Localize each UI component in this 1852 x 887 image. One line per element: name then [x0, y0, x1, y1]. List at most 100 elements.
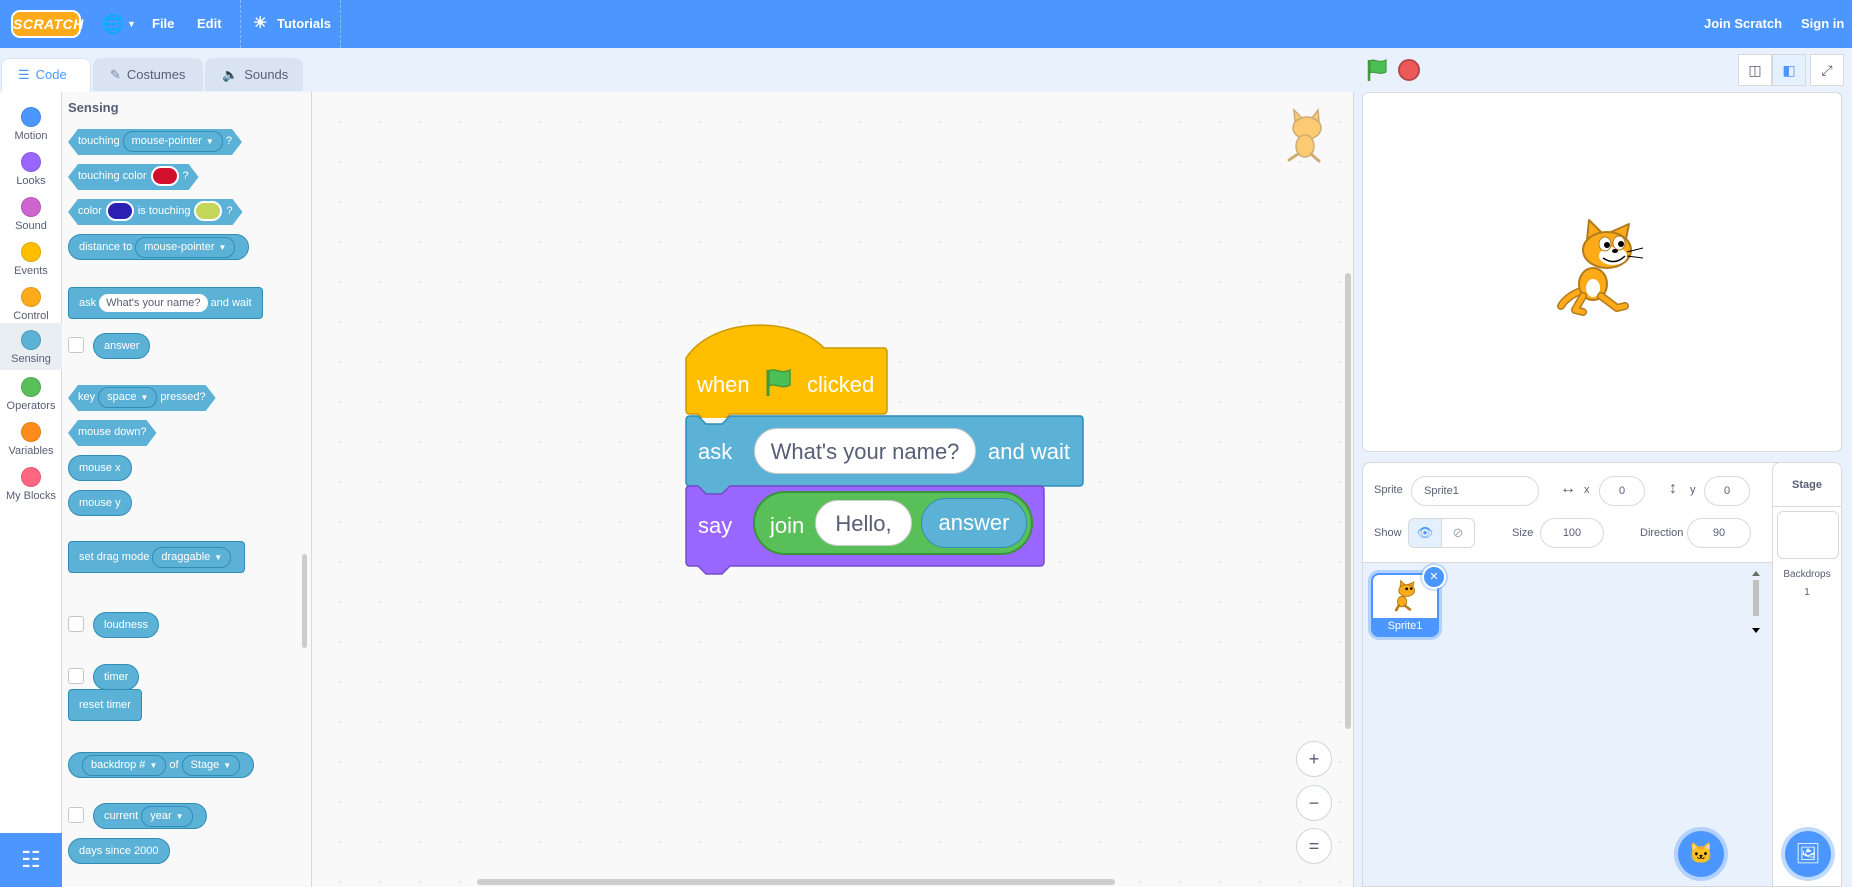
category-motion[interactable]: Motion	[0, 100, 62, 145]
caret-icon: ▼	[205, 137, 214, 146]
show-sprite-button[interactable]: 👁	[1408, 518, 1442, 548]
category-events[interactable]: Events	[0, 235, 62, 280]
block-text: mouse y	[79, 497, 121, 509]
block-timer[interactable]: timer	[93, 664, 140, 690]
loudness-checkbox[interactable]	[68, 616, 84, 632]
sign-in-link[interactable]: Sign in	[1801, 0, 1844, 48]
hide-sprite-button[interactable]: ⊘	[1441, 518, 1475, 548]
block-touching[interactable]: touching mouse-pointer ▼?	[68, 129, 242, 155]
backdrop-preview[interactable]	[1777, 511, 1839, 559]
tab-sounds[interactable]: 🔈 Sounds	[205, 58, 303, 91]
stop-button[interactable]	[1398, 59, 1420, 81]
answer-reporter-block[interactable]: answer	[921, 498, 1027, 548]
sprite-info-panel: Sprite Sprite1 ↔ x 0 ↕ y 0 Show 👁 ⊘ Size…	[1363, 463, 1797, 563]
object-dropdown[interactable]: Stage ▼	[181, 755, 241, 776]
block-current[interactable]: current year ▼	[93, 803, 207, 829]
category-label: Motion	[14, 130, 48, 142]
join-first-input[interactable]: Hello,	[815, 500, 912, 546]
block-set-drag-mode[interactable]: set drag mode draggable ▼	[68, 541, 246, 573]
size-input[interactable]: 100	[1540, 518, 1604, 548]
drag-mode-dropdown[interactable]: draggable ▼	[152, 547, 232, 568]
current-unit-dropdown[interactable]: year ▼	[141, 806, 193, 827]
stage-canvas[interactable]	[1362, 92, 1842, 452]
zoom-in-button[interactable]: +	[1296, 741, 1332, 777]
workspace-vertical-scrollbar[interactable]	[1345, 273, 1351, 729]
color-swatch[interactable]	[194, 201, 222, 221]
timer-checkbox[interactable]	[68, 668, 84, 684]
tab-code[interactable]: ☰ Code	[1, 58, 91, 92]
fullscreen-button[interactable]: ⤢	[1810, 54, 1844, 86]
tab-costumes[interactable]: ✎ Costumes	[93, 58, 203, 91]
block-mouse-x[interactable]: mouse x	[68, 455, 132, 481]
distance-target-dropdown[interactable]: mouse-pointer ▼	[135, 237, 236, 258]
caret-icon: ▼	[218, 243, 227, 252]
category-label: Looks	[16, 175, 46, 187]
category-operators[interactable]: Operators	[0, 370, 62, 415]
category-looks[interactable]: Looks	[0, 145, 62, 190]
key-dropdown[interactable]: space ▼	[98, 387, 157, 408]
tab-sounds-label: Sounds	[244, 67, 289, 82]
block-key-pressed[interactable]: key space ▼ pressed?	[68, 385, 216, 411]
category-sensing[interactable]: Sensing	[0, 323, 62, 370]
chevron-down-icon[interactable]: ▼	[127, 0, 136, 48]
sprite-name-input[interactable]: Sprite1	[1411, 476, 1539, 506]
block-color-touching[interactable]: color is touching?	[68, 199, 243, 225]
attribute-dropdown[interactable]: backdrop # ▼	[82, 755, 167, 776]
tutorials-menu[interactable]: Tutorials	[277, 0, 331, 48]
zoom-reset-button[interactable]: =	[1296, 828, 1332, 864]
control-dot-icon	[21, 287, 41, 307]
y-position-input[interactable]: 0	[1704, 476, 1750, 506]
x-position-input[interactable]: 0	[1599, 476, 1645, 506]
scratch-logo[interactable]: SCRATCH	[11, 10, 83, 38]
category-label: Variables	[8, 445, 54, 457]
sprite-list-scrollbar[interactable]	[1751, 570, 1761, 634]
block-backdrop-of-stage[interactable]: backdrop # ▼ of Stage ▼	[68, 752, 255, 778]
stage-selector[interactable]: Stage Backdrops 1 🖼	[1772, 462, 1842, 887]
large-stage-button[interactable]: ◧	[1772, 54, 1806, 86]
category-my-blocks[interactable]: My Blocks	[0, 460, 62, 505]
block-distance-to[interactable]: distance to mouse-pointer ▼	[68, 234, 250, 260]
block-touching-color[interactable]: touching color?	[68, 164, 199, 190]
choose-sprite-button[interactable]: 🐱	[1678, 831, 1724, 877]
workspace-horizontal-scrollbar[interactable]	[477, 879, 1115, 885]
flyout-scrollbar[interactable]	[302, 554, 307, 648]
block-mouse-y[interactable]: mouse y	[68, 490, 132, 516]
block-reset-timer[interactable]: reset timer	[68, 689, 142, 721]
tab-costumes-label: Costumes	[126, 67, 186, 82]
ask-question-input[interactable]: What's your name?	[754, 428, 976, 474]
answer-checkbox[interactable]	[68, 337, 84, 353]
direction-input[interactable]: 90	[1687, 518, 1751, 548]
block-text: of	[169, 759, 179, 771]
cat-sprite-icon[interactable]	[1553, 218, 1657, 322]
tab-code-label: Code	[35, 67, 67, 82]
zoom-out-button[interactable]: −	[1296, 785, 1332, 821]
green-flag-run-button[interactable]	[1365, 58, 1389, 82]
join-scratch-link[interactable]: Join Scratch	[1704, 0, 1782, 48]
edit-menu[interactable]: Edit	[197, 0, 222, 48]
block-ask-and-wait[interactable]: ask What's your name? and wait	[68, 287, 263, 319]
looks-dot-icon	[21, 152, 41, 172]
category-control[interactable]: Control	[0, 280, 62, 325]
ask-input[interactable]: What's your name?	[99, 294, 208, 312]
globe-icon[interactable]: 🌐	[102, 0, 124, 48]
block-days-since-2000[interactable]: days since 2000	[68, 838, 170, 864]
category-variables[interactable]: Variables	[0, 415, 62, 460]
file-menu[interactable]: File	[152, 0, 174, 48]
caret-icon: ▼	[223, 761, 232, 770]
block-answer[interactable]: answer	[93, 333, 151, 359]
touching-target-dropdown[interactable]: mouse-pointer ▼	[123, 131, 223, 152]
category-sound[interactable]: Sound	[0, 190, 62, 235]
block-mouse-down[interactable]: mouse down?	[68, 420, 157, 446]
color-swatch[interactable]	[151, 166, 179, 186]
trash-icon: ✕	[1429, 571, 1439, 583]
dropdown-value: mouse-pointer	[144, 241, 215, 253]
choose-backdrop-button[interactable]: 🖼	[1785, 831, 1831, 877]
add-extension-button[interactable]: ☷	[0, 833, 62, 887]
delete-sprite-button[interactable]: ✕	[1422, 565, 1446, 589]
small-stage-button[interactable]: ◫	[1738, 54, 1772, 86]
current-checkbox[interactable]	[68, 807, 84, 823]
block-text: mouse x	[79, 462, 121, 474]
color-swatch[interactable]	[106, 201, 134, 221]
block-loudness[interactable]: loudness	[93, 612, 160, 638]
clicked-text: clicked	[807, 372, 875, 397]
